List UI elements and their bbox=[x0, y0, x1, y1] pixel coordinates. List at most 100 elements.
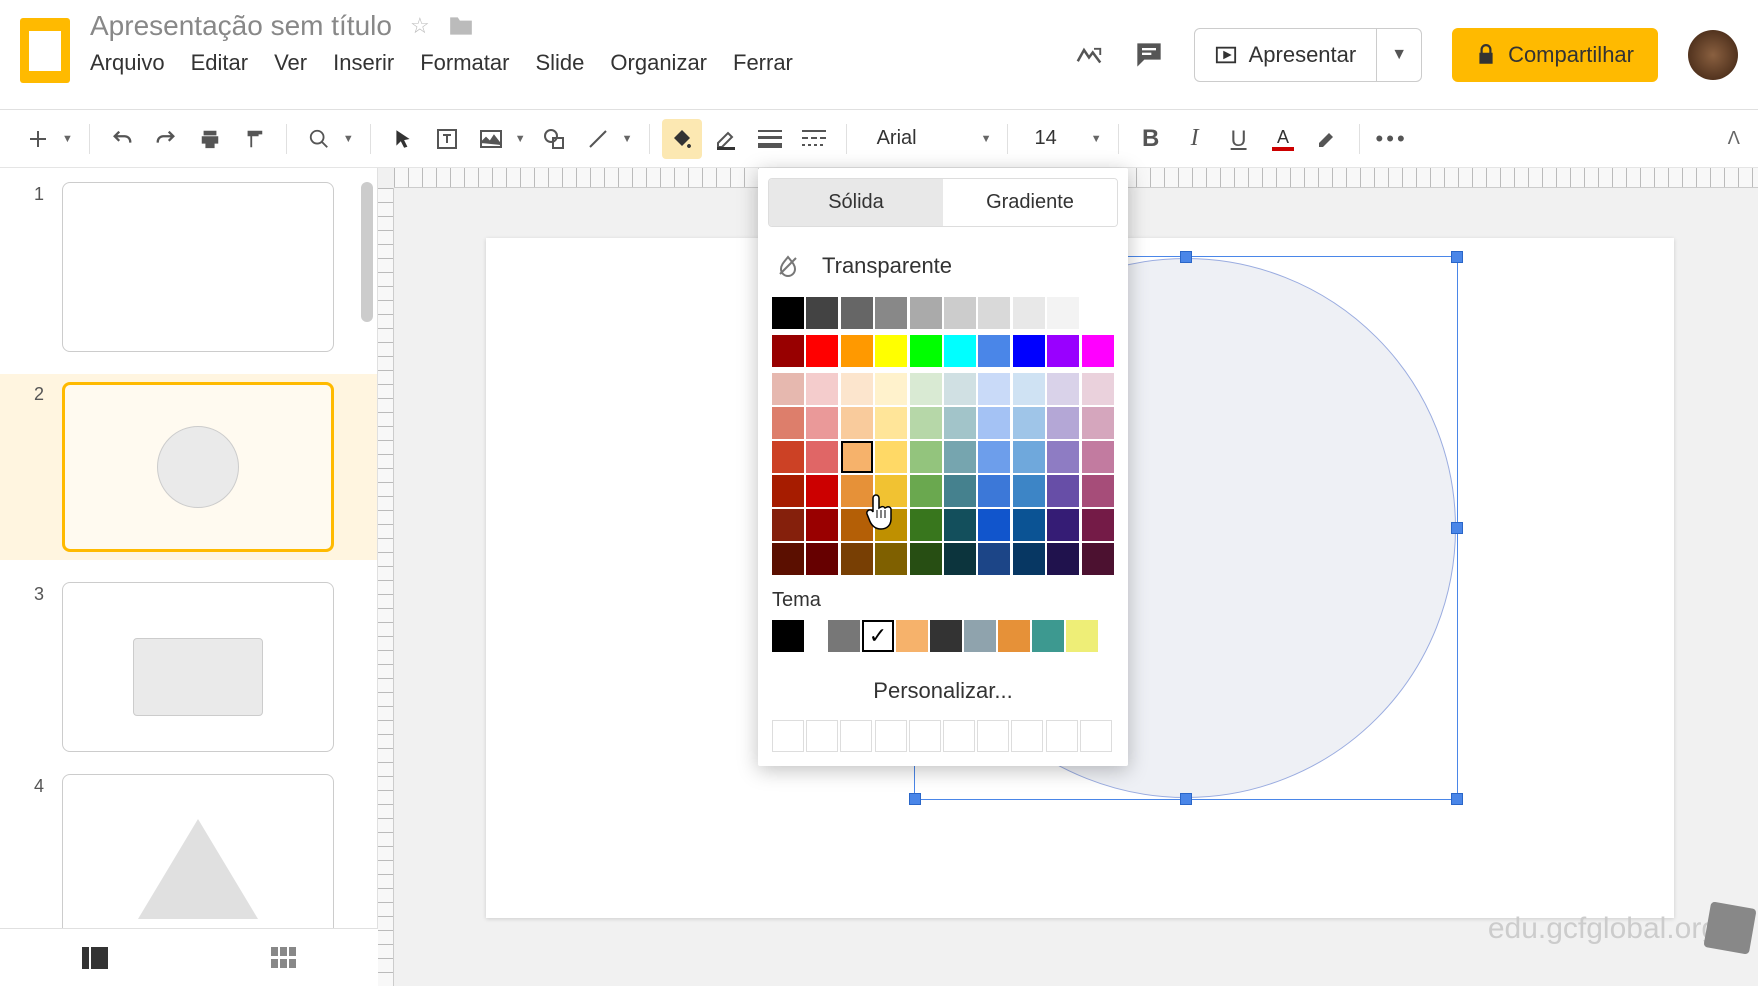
color-swatch[interactable] bbox=[978, 543, 1010, 575]
color-swatch[interactable] bbox=[841, 441, 873, 473]
color-swatch[interactable] bbox=[1013, 407, 1045, 439]
activity-icon[interactable] bbox=[1074, 40, 1104, 70]
color-swatch[interactable] bbox=[944, 475, 976, 507]
border-weight-button[interactable] bbox=[750, 119, 790, 159]
color-swatch[interactable] bbox=[828, 620, 860, 652]
font-size-select[interactable]: 14 bbox=[1020, 127, 1086, 150]
image-dropdown-icon[interactable]: ▼ bbox=[511, 133, 530, 145]
color-swatch[interactable] bbox=[1047, 441, 1079, 473]
color-swatch[interactable] bbox=[978, 475, 1010, 507]
zoom-dropdown-icon[interactable]: ▼ bbox=[339, 133, 358, 145]
color-swatch[interactable] bbox=[977, 720, 1009, 752]
color-swatch[interactable] bbox=[1047, 407, 1079, 439]
shape-tool[interactable] bbox=[534, 119, 574, 159]
color-swatch[interactable] bbox=[1082, 407, 1114, 439]
line-dropdown-icon[interactable]: ▼ bbox=[618, 133, 637, 145]
bold-button[interactable]: B bbox=[1131, 119, 1171, 159]
color-swatch[interactable] bbox=[944, 441, 976, 473]
color-swatch[interactable] bbox=[1082, 475, 1114, 507]
textbox-tool[interactable] bbox=[427, 119, 467, 159]
color-swatch[interactable] bbox=[910, 407, 942, 439]
color-swatch[interactable] bbox=[806, 720, 838, 752]
more-tools-button[interactable]: ••• bbox=[1372, 119, 1412, 159]
color-swatch[interactable] bbox=[1082, 509, 1114, 541]
color-swatch[interactable] bbox=[910, 373, 942, 405]
paint-format-button[interactable] bbox=[234, 119, 274, 159]
slide-thumbnail-4[interactable] bbox=[62, 774, 334, 944]
color-swatch[interactable] bbox=[978, 373, 1010, 405]
fill-color-button[interactable] bbox=[662, 119, 702, 159]
color-swatch[interactable] bbox=[875, 509, 907, 541]
slide-thumbnail-2[interactable] bbox=[62, 382, 334, 552]
color-swatch[interactable] bbox=[909, 720, 941, 752]
menu-inserir[interactable]: Inserir bbox=[333, 50, 394, 76]
thumb-row-2[interactable]: 2 bbox=[0, 374, 377, 560]
redo-button[interactable] bbox=[146, 119, 186, 159]
color-swatch[interactable] bbox=[862, 620, 894, 652]
color-swatch[interactable] bbox=[978, 297, 1010, 329]
color-swatch[interactable] bbox=[1047, 335, 1079, 367]
color-swatch[interactable] bbox=[1082, 297, 1114, 329]
color-swatch[interactable] bbox=[964, 620, 996, 652]
color-swatch[interactable] bbox=[978, 335, 1010, 367]
color-swatch[interactable] bbox=[978, 509, 1010, 541]
resize-handle[interactable] bbox=[1180, 251, 1192, 263]
resize-handle[interactable] bbox=[1451, 793, 1463, 805]
color-swatch[interactable] bbox=[840, 720, 872, 752]
tab-gradient[interactable]: Gradiente bbox=[943, 179, 1117, 226]
collapse-toolbar-icon[interactable]: ᐱ bbox=[1728, 128, 1740, 149]
menu-slide[interactable]: Slide bbox=[535, 50, 584, 76]
color-swatch[interactable] bbox=[841, 475, 873, 507]
zoom-button[interactable] bbox=[299, 119, 339, 159]
color-swatch[interactable] bbox=[875, 441, 907, 473]
document-title[interactable]: Apresentação sem título bbox=[90, 10, 392, 42]
color-swatch[interactable] bbox=[875, 373, 907, 405]
menu-organizar[interactable]: Organizar bbox=[610, 50, 707, 76]
color-swatch[interactable] bbox=[944, 335, 976, 367]
color-swatch[interactable] bbox=[1013, 335, 1045, 367]
color-swatch[interactable] bbox=[930, 620, 962, 652]
color-swatch[interactable] bbox=[1047, 297, 1079, 329]
color-swatch[interactable] bbox=[875, 335, 907, 367]
menu-ferramentas[interactable]: Ferrar bbox=[733, 50, 793, 76]
color-swatch[interactable] bbox=[1047, 373, 1079, 405]
resize-handle[interactable] bbox=[1451, 251, 1463, 263]
color-swatch[interactable] bbox=[806, 441, 838, 473]
present-dropdown-icon[interactable]: ▼ bbox=[1377, 46, 1421, 64]
color-swatch[interactable] bbox=[875, 297, 907, 329]
new-slide-button[interactable] bbox=[18, 119, 58, 159]
color-swatch[interactable] bbox=[944, 373, 976, 405]
border-dash-button[interactable] bbox=[794, 119, 834, 159]
color-swatch[interactable] bbox=[806, 509, 838, 541]
resize-handle[interactable] bbox=[1451, 522, 1463, 534]
thumb-row-3[interactable]: 3 bbox=[34, 582, 353, 752]
color-swatch[interactable] bbox=[806, 335, 838, 367]
font-family-select[interactable]: Arial bbox=[859, 127, 977, 150]
undo-button[interactable] bbox=[102, 119, 142, 159]
border-color-button[interactable] bbox=[706, 119, 746, 159]
menu-arquivo[interactable]: Arquivo bbox=[90, 50, 165, 76]
color-swatch[interactable] bbox=[910, 475, 942, 507]
slide-thumbnail-1[interactable] bbox=[62, 182, 334, 352]
font-family-dropdown-icon[interactable]: ▼ bbox=[977, 133, 996, 145]
color-swatch[interactable] bbox=[841, 297, 873, 329]
explore-icon[interactable] bbox=[1703, 901, 1756, 954]
color-swatch[interactable] bbox=[1047, 543, 1079, 575]
color-swatch[interactable] bbox=[1047, 509, 1079, 541]
color-swatch[interactable] bbox=[875, 475, 907, 507]
italic-button[interactable]: I bbox=[1175, 119, 1215, 159]
filmstrip-view-icon[interactable] bbox=[82, 947, 108, 969]
color-swatch[interactable] bbox=[1013, 475, 1045, 507]
color-swatch[interactable] bbox=[910, 335, 942, 367]
avatar[interactable] bbox=[1688, 30, 1738, 80]
image-tool[interactable] bbox=[471, 119, 511, 159]
custom-color-button[interactable]: Personalizar... bbox=[758, 652, 1128, 720]
select-tool[interactable] bbox=[383, 119, 423, 159]
share-button[interactable]: Compartilhar bbox=[1452, 28, 1658, 82]
color-swatch[interactable] bbox=[1013, 441, 1045, 473]
transparent-option[interactable]: Transparente bbox=[758, 245, 1128, 297]
color-swatch[interactable] bbox=[910, 297, 942, 329]
folder-icon[interactable] bbox=[448, 15, 474, 37]
color-swatch[interactable] bbox=[772, 373, 804, 405]
resize-handle[interactable] bbox=[1180, 793, 1192, 805]
